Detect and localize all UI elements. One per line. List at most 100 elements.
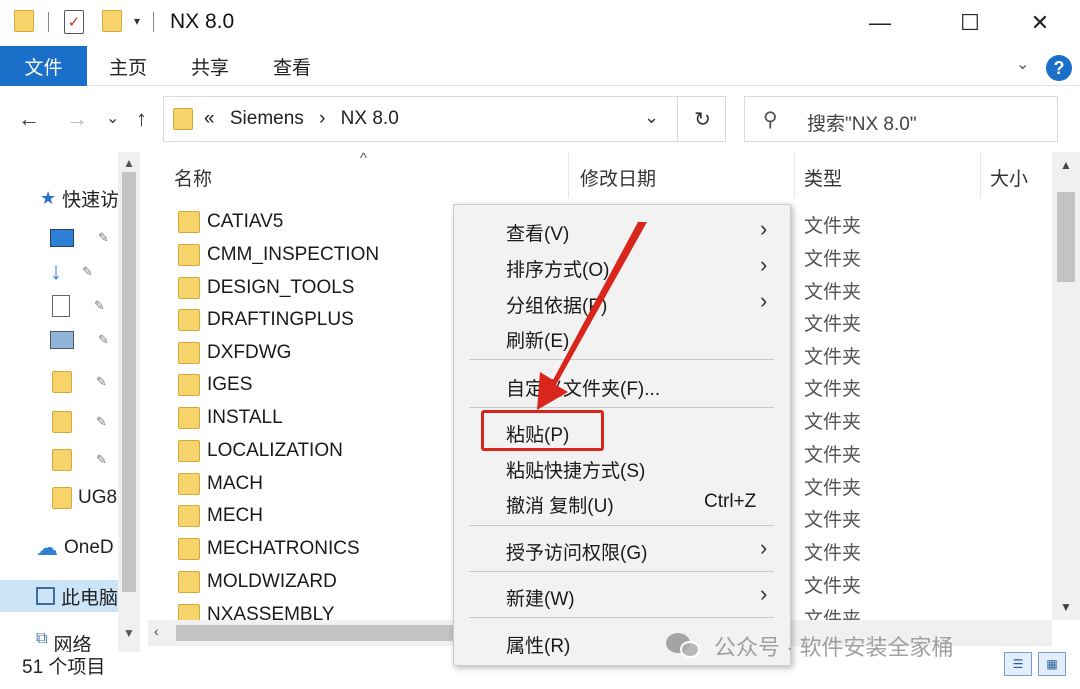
maximize-button[interactable]: ☐ bbox=[940, 4, 1000, 42]
column-divider[interactable] bbox=[980, 152, 981, 198]
file-name: INSTALL bbox=[207, 407, 283, 428]
pin-icon[interactable]: ✎ bbox=[82, 264, 93, 280]
address-dropdown-icon[interactable]: ⌄ bbox=[644, 107, 659, 128]
pin-icon[interactable]: ✎ bbox=[98, 230, 109, 246]
new-folder-icon[interactable] bbox=[102, 10, 122, 32]
minimize-button[interactable]: — bbox=[850, 4, 910, 42]
picture-icon bbox=[50, 331, 74, 349]
scroll-up-icon[interactable]: ▲ bbox=[123, 156, 135, 170]
details-view-icon[interactable]: ☰ bbox=[1004, 652, 1032, 676]
folder-icon bbox=[178, 244, 200, 266]
sidebar-item-label: OneD bbox=[64, 537, 114, 558]
sidebar-item-folder[interactable]: ✎ bbox=[0, 444, 118, 476]
help-icon[interactable]: ? bbox=[1046, 55, 1072, 81]
search-input[interactable]: 搜索"NX 8.0" bbox=[807, 109, 917, 136]
forward-button[interactable]: → bbox=[66, 106, 88, 132]
breadcrumb-nx8[interactable]: NX 8.0 bbox=[341, 108, 399, 129]
tab-file[interactable]: 文件 bbox=[0, 46, 87, 86]
search-box[interactable]: ⚲ 搜索"NX 8.0" bbox=[744, 96, 1058, 142]
scroll-left-icon[interactable]: ‹ bbox=[154, 623, 159, 639]
breadcrumb-overflow[interactable]: « bbox=[204, 108, 215, 129]
watermark: 公众号 · 软件安装全家桶 bbox=[666, 628, 954, 664]
file-type: 文件夹 bbox=[804, 445, 862, 466]
menu-item-refresh[interactable]: 刷新(E) bbox=[454, 320, 790, 354]
sidebar-item-quick-access[interactable]: ★ 快速访 bbox=[0, 182, 118, 214]
sidebar-item-network[interactable]: ⧉ 网络 bbox=[0, 630, 118, 652]
sidebar-item-folder[interactable]: ✎ bbox=[0, 406, 118, 438]
menu-item-label: 授予访问权限(G) bbox=[506, 543, 648, 564]
sidebar-item-pictures[interactable]: ✎ bbox=[0, 324, 118, 356]
column-divider[interactable] bbox=[794, 152, 795, 198]
menu-separator bbox=[469, 407, 774, 408]
column-divider[interactable] bbox=[568, 152, 569, 198]
menu-item-paste-shortcut[interactable]: 粘贴快捷方式(S) bbox=[454, 450, 790, 484]
folder-icon bbox=[52, 371, 72, 393]
sidebar-item-folder[interactable]: ✎ bbox=[0, 366, 118, 398]
address-bar[interactable]: « Siemens › NX 8.0 ⌄ ↻ bbox=[163, 96, 726, 142]
refresh-button[interactable]: ↻ bbox=[677, 97, 727, 141]
scroll-up-icon[interactable]: ▲ bbox=[1060, 158, 1072, 172]
folder-icon bbox=[178, 538, 200, 560]
properties-icon[interactable]: ✓ bbox=[64, 10, 84, 34]
file-type: 文件夹 bbox=[804, 576, 862, 597]
scroll-down-icon[interactable]: ▼ bbox=[123, 626, 135, 640]
pin-icon[interactable]: ✎ bbox=[94, 298, 105, 314]
pin-icon[interactable]: ✎ bbox=[98, 332, 109, 348]
tab-home[interactable]: 主页 bbox=[96, 46, 160, 86]
menu-item-label: 粘贴快捷方式(S) bbox=[506, 461, 646, 482]
ribbon-expand-icon[interactable]: ⌄ bbox=[1016, 54, 1029, 74]
menu-separator bbox=[469, 359, 774, 360]
menu-item-sort-by[interactable]: 排序方式(O) › bbox=[454, 249, 790, 283]
separator bbox=[153, 12, 154, 32]
menu-item-undo-copy[interactable]: 撤消 复制(U) Ctrl+Z bbox=[454, 485, 790, 519]
vertical-scrollbar[interactable]: ▲ ▼ bbox=[1052, 152, 1080, 620]
tab-share[interactable]: 共享 bbox=[178, 46, 242, 86]
close-button[interactable]: ✕ bbox=[1010, 4, 1070, 42]
folder-icon bbox=[14, 10, 34, 32]
file-type: 文件夹 bbox=[804, 478, 862, 499]
column-header-date[interactable]: 修改日期 bbox=[580, 164, 656, 191]
menu-item-new[interactable]: 新建(W) › bbox=[454, 578, 790, 612]
breadcrumb-siemens[interactable]: Siemens bbox=[230, 108, 304, 129]
large-icons-view-icon[interactable]: ▦ bbox=[1038, 652, 1066, 676]
column-header-size[interactable]: 大小 bbox=[990, 164, 1028, 191]
file-type: 文件夹 bbox=[804, 510, 862, 531]
menu-item-give-access[interactable]: 授予访问权限(G) › bbox=[454, 532, 790, 566]
scrollbar-thumb[interactable] bbox=[1057, 192, 1075, 282]
scrollbar-thumb[interactable] bbox=[122, 172, 136, 592]
folder-icon bbox=[178, 473, 200, 495]
sidebar-item-ug8[interactable]: UG8 bbox=[0, 482, 118, 514]
menu-item-customize-folder[interactable]: 自定义文件夹(F)... bbox=[454, 368, 790, 402]
file-name: DESIGN_TOOLS bbox=[207, 277, 355, 298]
recent-locations-button[interactable]: ⌄ bbox=[106, 108, 119, 128]
tab-view[interactable]: 查看 bbox=[260, 46, 324, 86]
window-title: NX 8.0 bbox=[170, 10, 235, 33]
sidebar-item-downloads[interactable]: ↓ ✎ bbox=[0, 256, 118, 288]
folder-icon bbox=[178, 505, 200, 527]
sidebar-scrollbar[interactable]: ▲ ▼ bbox=[118, 152, 140, 652]
pin-icon[interactable]: ✎ bbox=[96, 414, 107, 430]
scroll-down-icon[interactable]: ▼ bbox=[1060, 600, 1072, 614]
file-name: LOCALIZATION bbox=[207, 440, 343, 461]
folder-icon bbox=[178, 571, 200, 593]
sidebar-item-this-pc[interactable]: 此电脑 bbox=[0, 580, 118, 612]
file-name: CMM_INSPECTION bbox=[207, 244, 380, 265]
column-header-type[interactable]: 类型 bbox=[804, 164, 842, 191]
sidebar-item-label: 快速访 bbox=[62, 189, 118, 211]
menu-item-group-by[interactable]: 分组依据(P) › bbox=[454, 285, 790, 319]
file-name: DRAFTINGPLUS bbox=[207, 309, 354, 330]
pin-icon[interactable]: ✎ bbox=[96, 452, 107, 468]
menu-item-view[interactable]: 查看(V) › bbox=[454, 213, 790, 247]
sidebar-item-desktop[interactable]: ✎ bbox=[0, 222, 118, 254]
pin-icon[interactable]: ✎ bbox=[96, 374, 107, 390]
sidebar-item-documents[interactable]: ✎ bbox=[0, 290, 118, 322]
menu-item-label: 分组依据(P) bbox=[506, 296, 608, 317]
up-button[interactable]: ↑ bbox=[136, 106, 147, 132]
menu-item-label: 查看(V) bbox=[506, 224, 570, 245]
back-button[interactable]: ← bbox=[18, 106, 40, 132]
submenu-arrow-icon: › bbox=[760, 288, 768, 313]
quick-access-dropdown-icon[interactable]: ▾ bbox=[134, 14, 140, 28]
sidebar-item-onedrive[interactable]: ☁ OneD bbox=[0, 532, 118, 564]
column-header-name[interactable]: 名称 bbox=[174, 164, 212, 191]
breadcrumb-separator-icon[interactable]: › bbox=[319, 108, 325, 129]
